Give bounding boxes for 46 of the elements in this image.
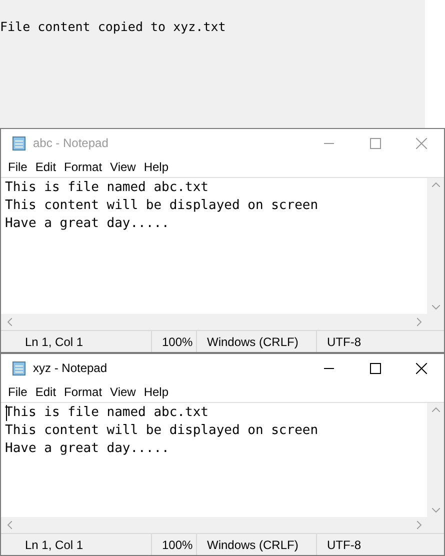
maximize-icon (370, 138, 380, 148)
scroll-right-icon (417, 521, 422, 529)
text-line: Have a great day..... (5, 215, 170, 233)
menu-item[interactable]: View (106, 383, 140, 401)
horizontal-scrollbar[interactable] (1, 517, 444, 533)
status-text: 100% (162, 334, 193, 350)
scroll-left-icon (7, 521, 12, 529)
window-title: xyz - Notepad (33, 360, 108, 377)
vertical-scrollbar[interactable] (427, 403, 444, 517)
text-line: This is file named abc.txt (5, 179, 210, 197)
status-text: Windows (CRLF) (207, 334, 298, 350)
vertical-scrollbar[interactable] (427, 178, 444, 314)
menu-item[interactable]: Help (140, 158, 173, 176)
text-editor[interactable]: This is file named abc.txt This content will be displayed on screen Have a great day..... (1, 178, 427, 314)
scroll-up-icon (432, 407, 440, 412)
console-output: File content copied to xyz.txt (0, 19, 226, 34)
status-text: Windows (CRLF) (207, 536, 298, 554)
close-icon (416, 138, 426, 148)
window-title: abc - Notepad (33, 135, 108, 152)
maximize-icon (370, 362, 380, 374)
status-text: UTF-8 (327, 334, 361, 350)
menu-item[interactable]: Edit (31, 383, 60, 401)
scroll-up-icon (432, 182, 440, 187)
text-line: This content will be displayed on screen (5, 197, 320, 215)
menu-item[interactable]: File (4, 383, 32, 401)
menu-item[interactable]: Help (140, 383, 173, 401)
menu-item[interactable]: Format (60, 383, 106, 401)
notepad-icon (11, 135, 27, 151)
menu-item[interactable]: View (106, 158, 140, 176)
minimize-icon (324, 142, 334, 144)
status-text: Ln 1, Col 1 (25, 334, 84, 350)
menu-item[interactable]: Format (60, 158, 106, 176)
horizontal-scrollbar[interactable] (1, 314, 444, 330)
scroll-down-icon (432, 508, 440, 513)
status-text: Ln 1, Col 1 (25, 536, 84, 554)
text-line: This content will be displayed on screen (5, 422, 320, 440)
close-icon (416, 362, 426, 374)
scroll-left-icon (7, 318, 12, 326)
menu-item[interactable]: Edit (31, 158, 60, 176)
notepad-icon (11, 360, 27, 376)
scroll-down-icon (432, 305, 440, 310)
text-line: Have a great day..... (5, 440, 170, 458)
status-text: UTF-8 (327, 536, 361, 554)
scroll-right-icon (417, 318, 422, 326)
menu-item[interactable]: File (4, 158, 32, 176)
status-text: 100% (162, 536, 193, 554)
